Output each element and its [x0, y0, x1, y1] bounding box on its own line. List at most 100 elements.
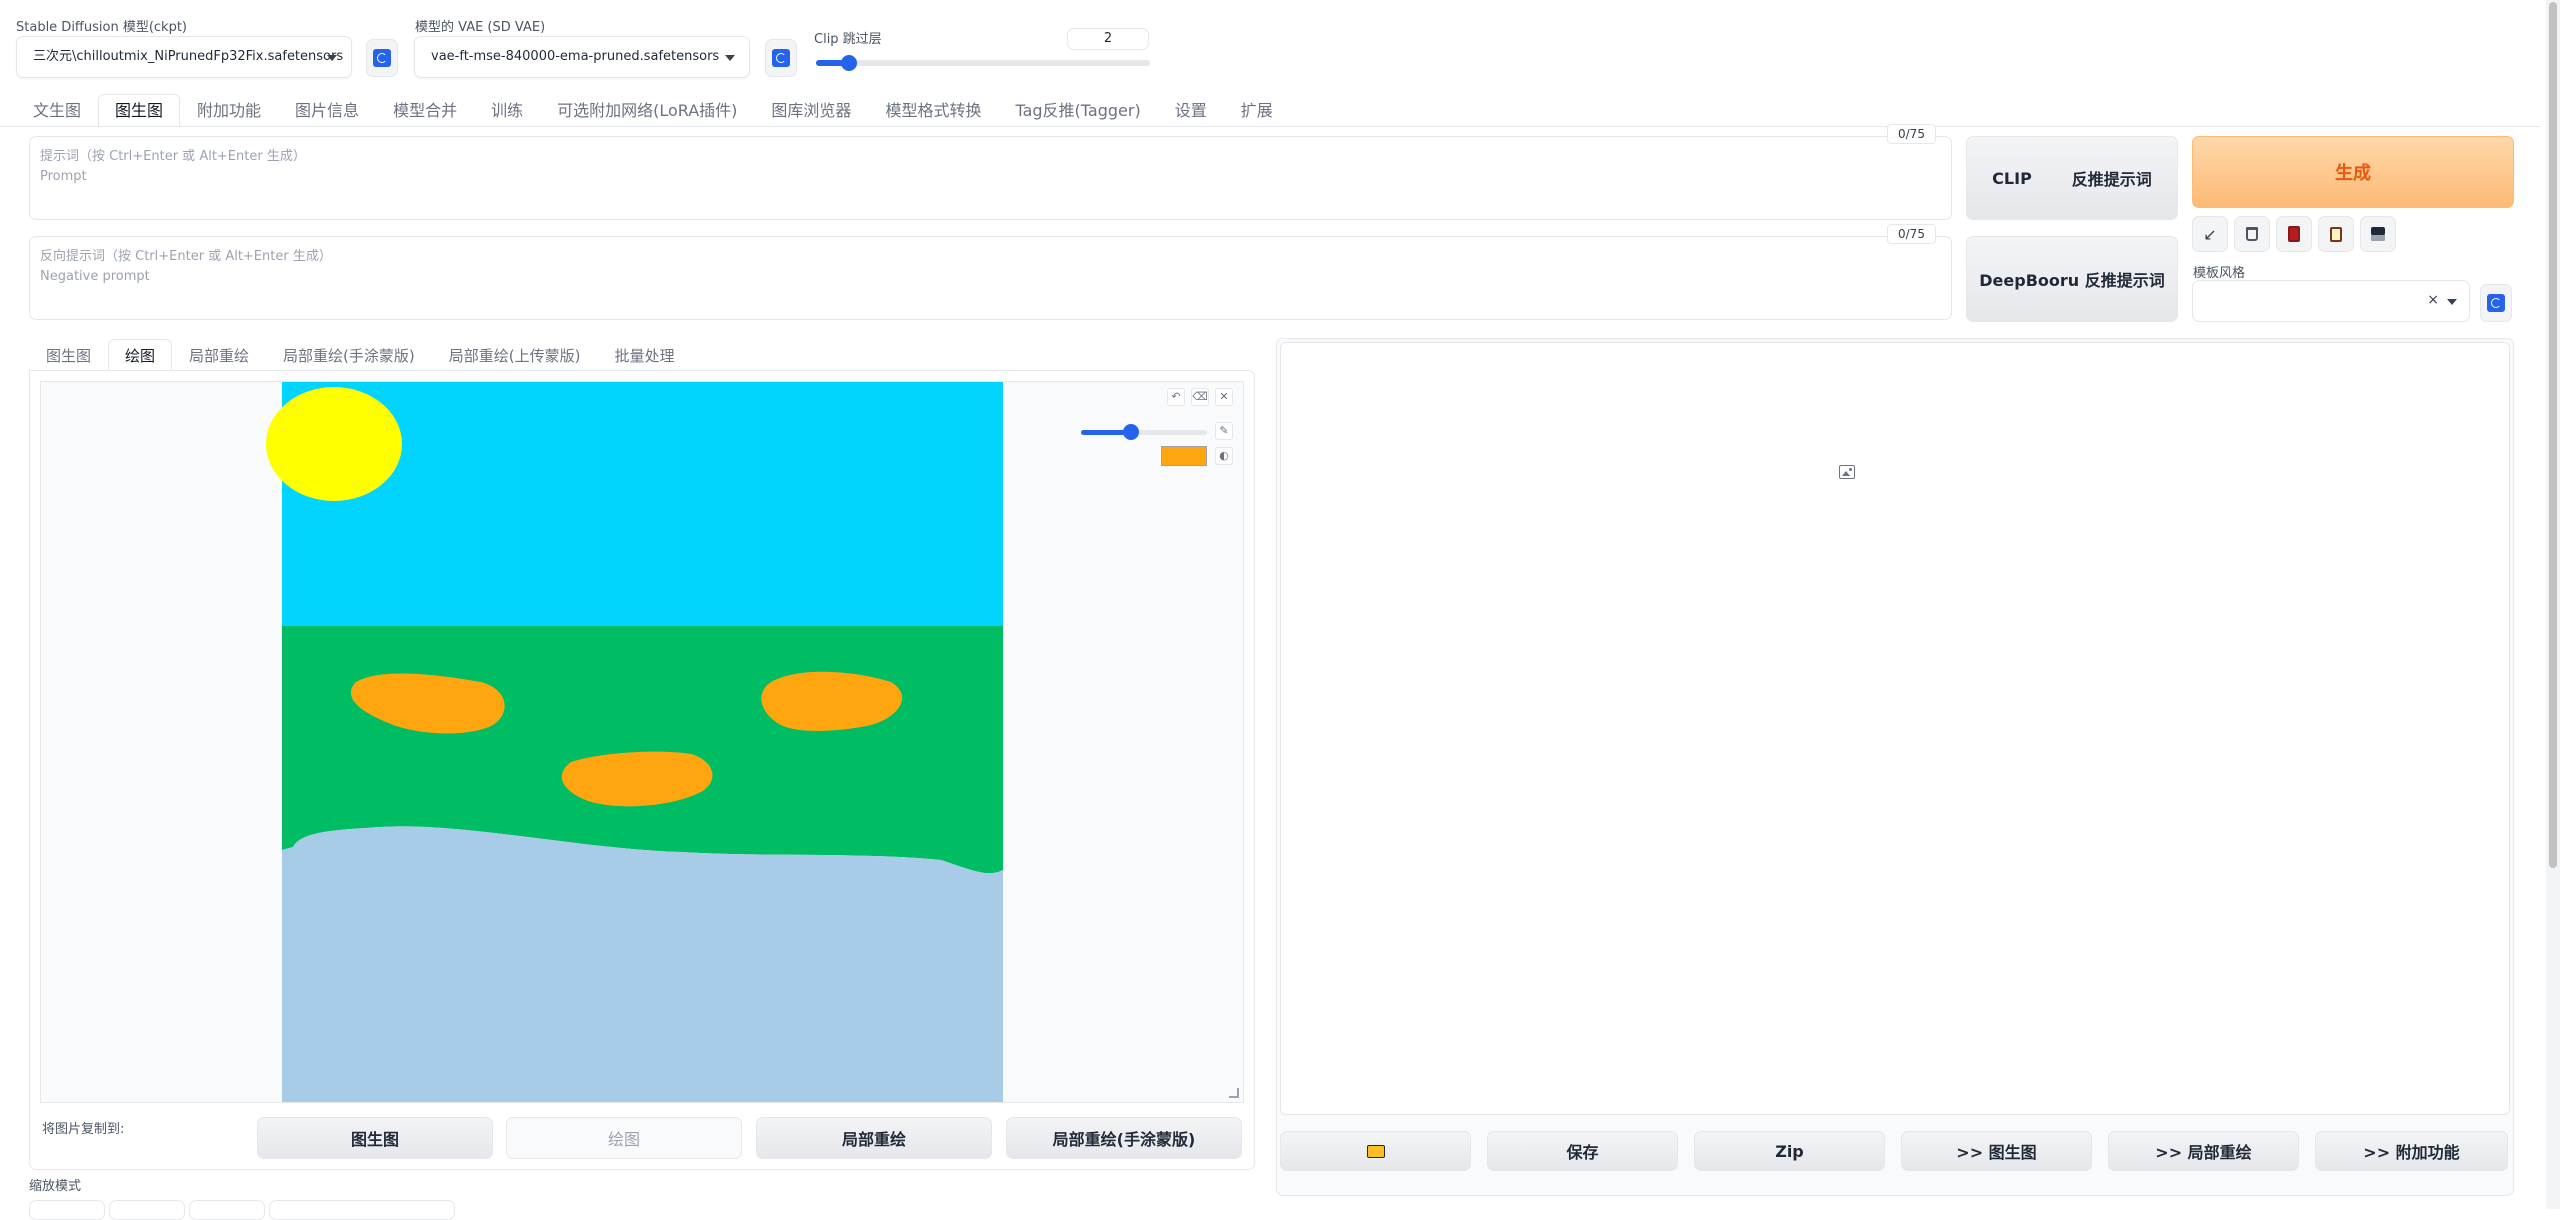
refresh-models-button[interactable] [366, 39, 398, 77]
sub-tab-3[interactable]: 局部重绘(手涂蒙版) [266, 339, 432, 371]
sketch-canvas-area[interactable]: ↶ ⌫ ✕ ✎ ◐ [40, 381, 1244, 1103]
chevron-down-icon [2447, 299, 2457, 305]
prompt-placeholder: 提示词（按 Ctrl+Enter 或 Alt+Enter 生成） [40, 149, 306, 164]
brush-icon[interactable]: ✎ [1215, 422, 1233, 440]
page-scrollbar[interactable] [2546, 0, 2560, 1209]
main-tab-8[interactable]: 模型格式转换 [868, 94, 998, 126]
brush-color-swatch[interactable] [1161, 446, 1207, 466]
chevron-down-icon [725, 55, 735, 61]
undo-icon[interactable]: ↶ [1167, 388, 1185, 406]
apply-style-button[interactable] [2318, 216, 2354, 252]
model-label: Stable Diffusion 模型(ckpt) [16, 20, 188, 35]
img2img-sub-tab-bar: 图生图 绘图 局部重绘 局部重绘(手涂蒙版) 局部重绘(上传蒙版) 批量处理 [29, 339, 692, 371]
send-to-inpaint-button[interactable]: >> 局部重绘 [2108, 1131, 2299, 1171]
model-value: 三次元\chilloutmix_NiPrunedFp32Fix.safetens… [33, 49, 344, 64]
send-to-img2img-button[interactable]: >> 图生图 [1901, 1131, 2092, 1171]
eraser-icon[interactable]: ⌫ [1191, 388, 1209, 406]
resize-handle-icon[interactable] [1229, 1088, 1239, 1098]
style-multiselect[interactable]: × [2192, 280, 2470, 322]
send-to-extras-button[interactable]: >> 附加功能 [2315, 1131, 2508, 1171]
main-tab-5[interactable]: 训练 [474, 94, 540, 126]
main-tab-10[interactable]: 设置 [1158, 94, 1224, 126]
clip-skip-number-input[interactable]: 2 [1067, 28, 1149, 50]
refresh-icon [772, 49, 790, 67]
resize-mode-option[interactable] [109, 1200, 185, 1220]
sketch-sun [266, 387, 402, 501]
output-gallery[interactable] [1280, 342, 2510, 1115]
main-tab-1[interactable]: 图生图 [98, 94, 181, 126]
folder-icon [1366, 1144, 1385, 1158]
arrow-icon: ↙ [2203, 224, 2217, 244]
page-scrollbar-thumb[interactable] [2549, 2, 2557, 868]
clip-skip-slider-thumb[interactable] [841, 55, 857, 71]
copy-to-inpaint-button[interactable]: 局部重绘 [756, 1117, 992, 1159]
brush-size-thumb[interactable] [1123, 424, 1139, 440]
main-tab-7[interactable]: 图库浏览器 [754, 94, 868, 126]
sub-tab-4[interactable]: 局部重绘(上传蒙版) [432, 339, 598, 371]
clip-interrogate-label-b: 反推提示词 [2071, 170, 2152, 189]
deepbooru-interrogate-button[interactable]: DeepBooru 反推提示词 [1966, 236, 2178, 322]
sub-tab-1[interactable]: 绘图 [108, 339, 173, 371]
main-tab-3[interactable]: 图片信息 [278, 94, 376, 126]
main-tab-2[interactable]: 附加功能 [180, 94, 278, 126]
refresh-vae-button[interactable] [765, 39, 797, 77]
copy-to-img2img-button[interactable]: 图生图 [257, 1117, 493, 1159]
save-disk-icon [2371, 227, 2385, 241]
refresh-styles-button[interactable] [2480, 284, 2512, 322]
clip-interrogate-button[interactable]: CLIP 反推提示词 [1966, 136, 2178, 220]
sketch-canvas[interactable] [41, 382, 1245, 1104]
negative-prompt-placeholder-en: Negative prompt [40, 269, 150, 284]
resize-mode-option[interactable] [269, 1200, 455, 1220]
main-tab-9[interactable]: Tag反推(Tagger) [998, 94, 1157, 126]
show-extra-networks-button[interactable] [2276, 216, 2312, 252]
clip-skip-slider[interactable] [816, 55, 1150, 71]
sketch-water [282, 826, 1003, 1102]
prompt-textarea[interactable]: 提示词（按 Ctrl+Enter 或 Alt+Enter 生成） Prompt [29, 136, 1952, 220]
sub-tab-5[interactable]: 批量处理 [597, 339, 691, 371]
resize-mode-option[interactable] [29, 1200, 105, 1220]
copy-to-label: 将图片复制到: [42, 1122, 125, 1137]
negative-token-counter: 0/75 [1887, 224, 1936, 244]
sub-tab-2[interactable]: 局部重绘 [172, 339, 266, 371]
refresh-icon [373, 49, 391, 67]
clipboard-icon [2330, 226, 2342, 242]
paste-params-button[interactable]: ↙ [2192, 216, 2228, 252]
prompt-token-counter: 0/75 [1887, 124, 1936, 144]
resize-mode-label: 缩放模式 [29, 1179, 82, 1194]
copy-to-inpaint-sketch-button[interactable]: 局部重绘(手涂蒙版) [1006, 1117, 1242, 1159]
image-placeholder-icon [1839, 465, 1855, 479]
clip-interrogate-label-a: CLIP [1992, 168, 2032, 188]
clear-prompt-button[interactable] [2234, 216, 2270, 252]
vae-label: 模型的 VAE (SD VAE) [415, 20, 546, 35]
main-tab-6[interactable]: 可选附加网络(LoRA插件) [540, 94, 754, 126]
red-card-icon [2288, 226, 2300, 242]
clip-skip-label: Clip 跳过层 [814, 32, 882, 47]
save-style-button[interactable] [2360, 216, 2396, 252]
copy-to-sketch-button[interactable]: 绘图 [506, 1117, 742, 1159]
open-folder-button[interactable] [1280, 1131, 1471, 1171]
main-tab-4[interactable]: 模型合并 [376, 94, 474, 126]
brush-size-slider[interactable] [1081, 424, 1207, 440]
zip-button[interactable]: Zip [1694, 1131, 1885, 1171]
tab-divider [0, 126, 2540, 127]
vae-value: vae-ft-mse-840000-ema-pruned.safetensors [431, 49, 720, 64]
resize-mode-options [29, 1200, 455, 1220]
main-tab-bar: 文生图 图生图 附加功能 图片信息 模型合并 训练 可选附加网络(LoRA插件) 图库浏览器模… [16, 94, 1290, 126]
style-label: 模板风格 [2193, 266, 2246, 281]
main-tab-0[interactable]: 文生图 [16, 94, 98, 126]
chevron-down-icon [327, 55, 337, 61]
refresh-icon [2487, 294, 2505, 312]
clear-icon[interactable]: × [2427, 292, 2439, 308]
close-icon[interactable]: ✕ [1215, 388, 1233, 406]
generate-button[interactable]: 生成 [2192, 136, 2514, 208]
negative-prompt-placeholder: 反向提示词（按 Ctrl+Enter 或 Alt+Enter 生成） [40, 249, 332, 264]
negative-prompt-textarea[interactable]: 反向提示词（按 Ctrl+Enter 或 Alt+Enter 生成） Negat… [29, 236, 1952, 320]
prompt-placeholder-en: Prompt [40, 169, 87, 184]
main-tab-11[interactable]: 扩展 [1224, 94, 1290, 126]
palette-icon[interactable]: ◐ [1215, 447, 1233, 465]
resize-mode-option[interactable] [189, 1200, 265, 1220]
sub-tab-0[interactable]: 图生图 [29, 339, 108, 371]
model-dropdown[interactable]: 三次元\chilloutmix_NiPrunedFp32Fix.safetens… [16, 36, 352, 78]
vae-dropdown[interactable]: vae-ft-mse-840000-ema-pruned.safetensors [414, 36, 750, 78]
save-button[interactable]: 保存 [1487, 1131, 1678, 1171]
